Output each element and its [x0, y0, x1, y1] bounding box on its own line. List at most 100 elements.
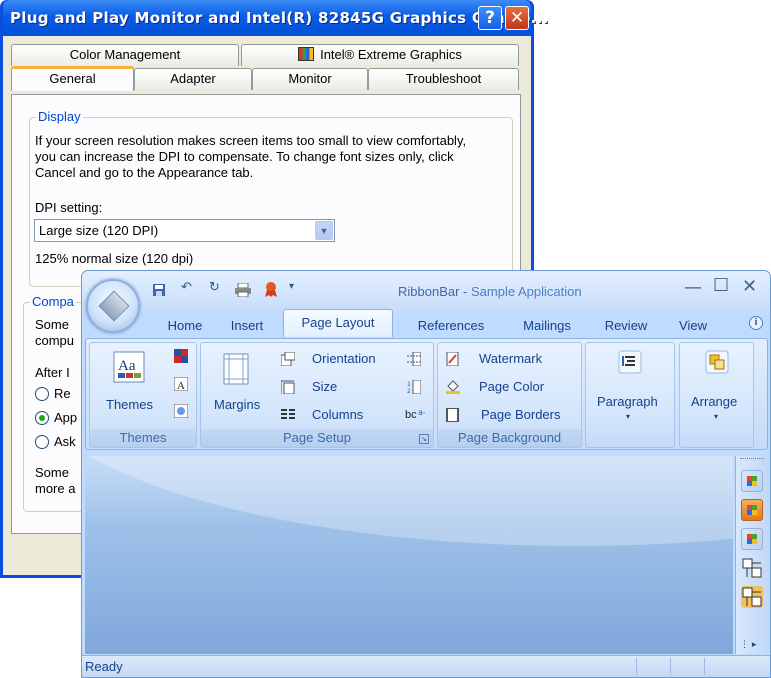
status-panel — [670, 658, 702, 675]
document-client-area[interactable] — [85, 456, 733, 654]
ungroup-objects-icon[interactable] — [741, 586, 763, 608]
toolbar-overflow-icon[interactable]: ⋮ ▸ — [740, 640, 756, 650]
margins-icon — [223, 353, 249, 385]
windows-logo-icon[interactable] — [741, 499, 763, 521]
dialog-launcher-icon[interactable]: ↘ — [419, 434, 429, 444]
paragraph-dropdown-icon: ▾ — [626, 412, 631, 421]
ribbonbar-window: ↶ ↻ ▾ RibbonBar - Sample Application — ☐… — [81, 270, 771, 678]
paragraph-group[interactable]: Paragraph ▾ — [585, 342, 675, 448]
display-description-line3: Cancel and go to the Appearance tab. — [35, 165, 254, 180]
breaks-icon[interactable] — [407, 352, 421, 366]
page-background-group-label: Page Background — [438, 429, 581, 447]
radio-ask-label: Ask — [54, 434, 76, 449]
themes-group-label: Themes — [90, 429, 196, 447]
theme-colors-icon[interactable] — [174, 349, 188, 363]
watermark-button[interactable]: Watermark — [442, 349, 572, 371]
ribbon-titlebar[interactable]: ↶ ↻ ▾ RibbonBar - Sample Application — ☐… — [82, 271, 770, 313]
orientation-button[interactable]: Orientation — [277, 349, 397, 371]
minimize-button[interactable]: — — [684, 277, 702, 298]
windows-logo-icon[interactable] — [741, 528, 763, 550]
page-color-button[interactable]: Page Color — [442, 377, 572, 399]
margins-label: Margins — [214, 397, 261, 412]
page-color-label: Page Color — [479, 379, 545, 394]
size-label: Size — [312, 379, 338, 394]
close-button[interactable]: ✕ — [505, 6, 529, 30]
theme-effects-icon[interactable] — [174, 404, 188, 418]
radio-restart-label: Re — [54, 386, 71, 401]
tab-view[interactable]: View — [674, 316, 712, 338]
page-borders-icon — [446, 408, 459, 422]
tab-intel-extreme-graphics[interactable]: Intel® Extreme Graphics — [241, 44, 519, 66]
status-bar: Ready — [82, 655, 770, 677]
display-description-line2: you can increase the DPI to compensate. … — [35, 149, 454, 164]
tab-mailings[interactable]: Mailings — [517, 316, 577, 338]
line-numbers-icon[interactable]: 12 — [407, 380, 421, 394]
chevron-down-icon[interactable]: ▼ — [315, 221, 333, 240]
radio-apply[interactable] — [35, 411, 49, 425]
tab-review[interactable]: Review — [600, 316, 652, 338]
tab-insert[interactable]: Insert — [222, 316, 272, 338]
application-orb-button[interactable] — [86, 279, 140, 333]
page-color-icon — [446, 380, 460, 394]
page-setup-group-label: Page Setup — [201, 429, 433, 447]
themes-label: Themes — [106, 397, 153, 412]
dialog-titlebar[interactable]: Plug and Play Monitor and Intel(R) 82845… — [3, 0, 548, 36]
after-change-label: After I — [35, 365, 70, 380]
tab-color-management[interactable]: Color Management — [11, 44, 239, 66]
theme-fonts-icon[interactable]: A — [174, 377, 188, 391]
customize-icon[interactable]: ▾ — [289, 281, 294, 292]
display-group-label: Display — [36, 109, 83, 124]
orientation-icon — [281, 352, 295, 366]
dialog-title: Plug and Play Monitor and Intel(R) 82845… — [10, 9, 549, 27]
close-button[interactable]: ✕ — [742, 276, 757, 297]
windows-logo-icon[interactable] — [741, 470, 763, 492]
status-panel — [636, 658, 668, 675]
svg-text:a-: a- — [418, 408, 425, 417]
tab-references[interactable]: References — [410, 316, 492, 338]
themes-icon: Aa — [113, 351, 145, 383]
radio-apply-label: App — [54, 410, 78, 425]
group-objects-icon[interactable] — [741, 557, 763, 579]
compatibility-group-label: Compa — [30, 294, 76, 309]
svg-text:1: 1 — [407, 381, 411, 388]
window-title: RibbonBar - Sample Application — [398, 284, 582, 299]
award-icon[interactable] — [264, 281, 278, 298]
dpi-setting-value: Large size (120 DPI) — [39, 223, 159, 238]
display-description-line1: If your screen resolution makes screen i… — [35, 133, 467, 148]
tab-page-layout[interactable]: Page Layout — [283, 309, 393, 337]
compat-text-line2: compu — [35, 333, 75, 348]
tab-monitor[interactable]: Monitor — [252, 68, 368, 90]
columns-label: Columns — [312, 407, 364, 422]
help-button[interactable]: ? — [478, 6, 502, 30]
toolbar-grip[interactable] — [740, 458, 764, 461]
print-icon[interactable] — [235, 283, 251, 297]
themes-button[interactable]: Aa Themes — [96, 347, 162, 417]
margins-button[interactable]: Margins — [205, 347, 269, 417]
tab-home[interactable]: Home — [160, 316, 210, 338]
vertical-toolbar: ⋮ ▸ — [735, 456, 768, 654]
compat-note-line2: more a — [35, 481, 76, 496]
page-borders-button[interactable]: Page Borders — [442, 405, 572, 427]
redo-icon[interactable]: ↻ — [209, 280, 220, 295]
dpi-setting-select[interactable]: Large size (120 DPI) ▼ — [34, 219, 335, 242]
arrange-label: Arrange — [691, 394, 738, 409]
arrange-group[interactable]: Arrange ▾ — [679, 342, 754, 448]
tab-general[interactable]: General — [11, 66, 134, 91]
svg-text:bc: bc — [405, 409, 417, 421]
help-button[interactable]: i — [749, 316, 763, 330]
arrange-icon — [705, 350, 729, 374]
columns-button[interactable]: Columns — [277, 405, 387, 427]
hyphenation-icon[interactable]: bca- — [405, 407, 425, 421]
tab-adapter[interactable]: Adapter — [134, 68, 252, 90]
save-icon[interactable] — [152, 283, 166, 297]
size-button[interactable]: Size — [277, 377, 377, 399]
tab-troubleshoot[interactable]: Troubleshoot — [368, 68, 519, 90]
themes-group: Aa Themes A Themes — [89, 342, 197, 448]
undo-icon[interactable]: ↶ — [181, 280, 192, 295]
paragraph-label: Paragraph — [597, 394, 658, 409]
resize-grip[interactable] — [704, 658, 768, 675]
maximize-button[interactable]: ☐ — [713, 275, 729, 296]
window-title-text: RibbonBar — [398, 284, 460, 299]
radio-restart[interactable] — [35, 387, 49, 401]
radio-ask[interactable] — [35, 435, 49, 449]
